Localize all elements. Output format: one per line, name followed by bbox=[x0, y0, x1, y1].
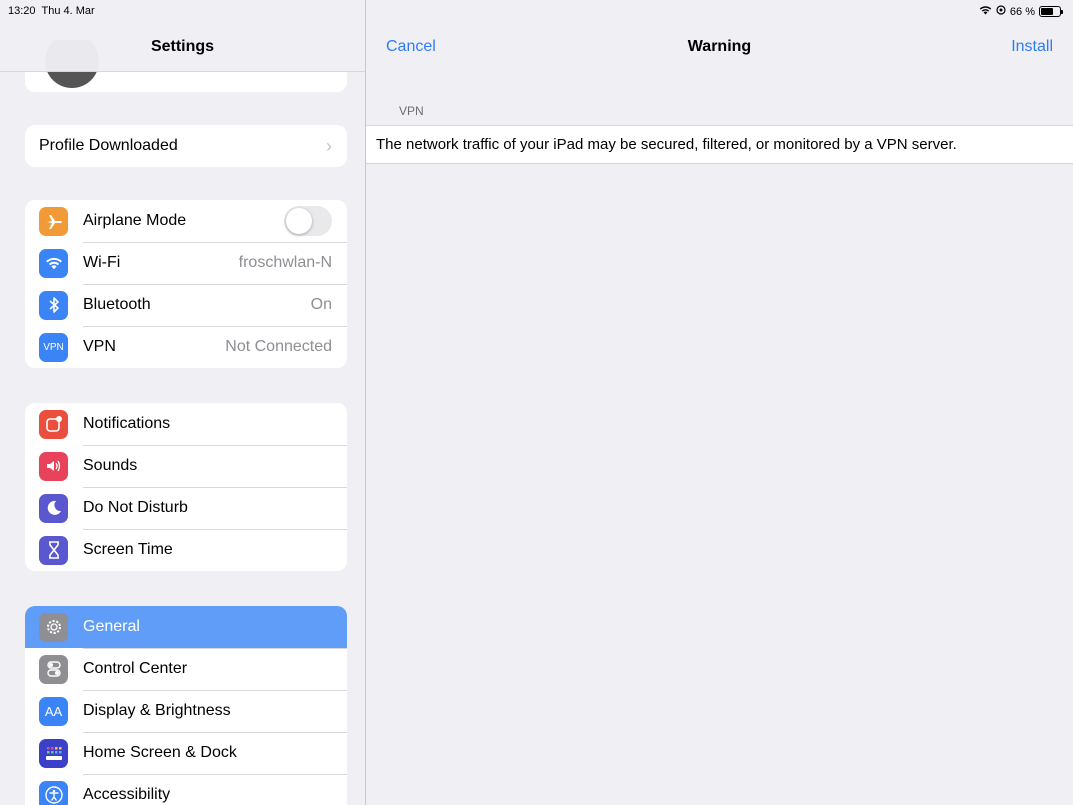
nav-bar: Cancel Warning Install bbox=[366, 22, 1073, 72]
wifi-icon bbox=[39, 248, 68, 278]
sidebar-item-label: Notifications bbox=[83, 415, 171, 432]
notifications-icon bbox=[39, 409, 68, 439]
battery-percent: 66 % bbox=[1009, 5, 1035, 18]
page-title: Warning bbox=[687, 38, 752, 55]
status-left: 13:20 Thu 4. Mar bbox=[8, 5, 95, 17]
sidebar-item-airplane-mode[interactable]: Airplane Mode bbox=[25, 200, 347, 242]
sidebar-item-wifi[interactable]: Wi-Fi froschwlan-N bbox=[25, 242, 347, 284]
battery-icon bbox=[1039, 6, 1063, 17]
sidebar-item-home-screen-dock[interactable]: Home Screen & Dock bbox=[25, 732, 347, 774]
status-time: 13:20 bbox=[8, 5, 36, 17]
accessibility-icon bbox=[39, 780, 68, 805]
chevron-right-icon: › bbox=[326, 135, 332, 156]
sidebar-item-label: Display & Brightness bbox=[83, 702, 231, 719]
toggle-knob bbox=[286, 208, 312, 234]
wifi-icon bbox=[979, 5, 992, 18]
status-date: Thu 4. Mar bbox=[41, 5, 95, 17]
vpn-icon: VPN bbox=[39, 332, 68, 362]
vpn-warning-text: The network traffic of your iPad may be … bbox=[376, 136, 957, 153]
profile-downloaded-label: Profile Downloaded bbox=[39, 137, 178, 154]
home-screen-icon bbox=[39, 738, 68, 768]
hourglass-icon bbox=[39, 535, 68, 565]
vpn-lock-icon bbox=[996, 5, 1006, 18]
sidebar-item-label: Airplane Mode bbox=[83, 212, 187, 229]
sidebar-item-sounds[interactable]: Sounds bbox=[25, 445, 347, 487]
airplane-mode-toggle[interactable] bbox=[284, 206, 332, 236]
profile-group: Profile Downloaded › bbox=[25, 125, 347, 167]
profile-downloaded-row[interactable]: Profile Downloaded › bbox=[25, 125, 347, 167]
control-center-icon bbox=[39, 654, 68, 684]
sidebar-item-screen-time[interactable]: Screen Time bbox=[25, 529, 347, 571]
wifi-network-value: froschwlan-N bbox=[238, 254, 332, 271]
sidebar-item-bluetooth[interactable]: Bluetooth On bbox=[25, 284, 347, 326]
sidebar-item-label: Home Screen & Dock bbox=[83, 744, 237, 761]
vpn-status-value: Not Connected bbox=[225, 338, 332, 355]
sidebar-item-label: Sounds bbox=[83, 457, 138, 474]
sidebar-item-accessibility[interactable]: Accessibility bbox=[25, 774, 347, 805]
alerts-group: Notifications Sounds Do Not Disturb Scre… bbox=[25, 403, 347, 571]
sidebar-item-label: Do Not Disturb bbox=[83, 499, 188, 516]
warning-detail-pane: Cancel Warning Install VPN The network t… bbox=[366, 0, 1073, 805]
status-bar: 13:20 Thu 4. Mar 66 % bbox=[0, 0, 1073, 22]
sidebar-item-general[interactable]: General bbox=[25, 606, 347, 648]
sidebar-item-vpn[interactable]: VPN VPN Not Connected bbox=[25, 326, 347, 368]
sidebar-item-label: Bluetooth bbox=[83, 296, 151, 313]
sidebar-item-label: Accessibility bbox=[83, 786, 171, 803]
sidebar-item-display-brightness[interactable]: AA Display & Brightness bbox=[25, 690, 347, 732]
status-right: 66 % bbox=[979, 5, 1063, 18]
sidebar-item-label: Control Center bbox=[83, 660, 188, 677]
section-header-vpn: VPN bbox=[399, 104, 424, 118]
sidebar-item-label: VPN bbox=[83, 338, 116, 355]
battery-fill bbox=[1041, 8, 1053, 15]
settings-sidebar: Settings Profile Downloaded › Airplane M… bbox=[0, 0, 366, 805]
bluetooth-status-value: On bbox=[310, 296, 332, 313]
gear-icon bbox=[39, 612, 68, 642]
sidebar-item-do-not-disturb[interactable]: Do Not Disturb bbox=[25, 487, 347, 529]
system-group: General Control Center AA Display & Brig… bbox=[25, 606, 347, 805]
sidebar-item-label: Wi-Fi bbox=[83, 254, 121, 271]
vpn-warning-cell: The network traffic of your iPad may be … bbox=[366, 125, 1073, 164]
bluetooth-icon bbox=[39, 290, 68, 320]
install-button[interactable]: Install bbox=[1011, 38, 1053, 56]
sidebar-item-label: General bbox=[83, 618, 140, 635]
airplane-icon bbox=[39, 206, 68, 236]
sounds-icon bbox=[39, 451, 68, 481]
sidebar-item-label: Screen Time bbox=[83, 541, 173, 558]
sidebar-item-notifications[interactable]: Notifications bbox=[25, 403, 347, 445]
moon-icon bbox=[39, 493, 68, 523]
display-icon: AA bbox=[39, 696, 68, 726]
battery-tip bbox=[1061, 10, 1063, 14]
connectivity-group: Airplane Mode Wi-Fi froschwlan-N Bluetoo… bbox=[25, 200, 347, 368]
sidebar-item-control-center[interactable]: Control Center bbox=[25, 648, 347, 690]
sidebar-title: Settings bbox=[150, 38, 215, 55]
